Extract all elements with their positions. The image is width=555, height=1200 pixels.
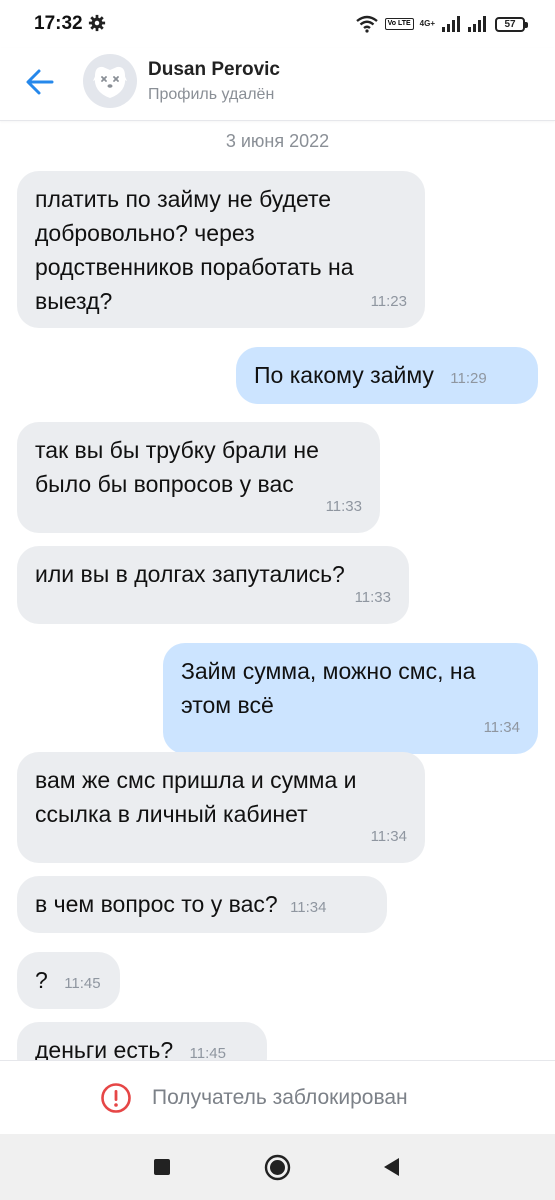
message-time: 11:33 xyxy=(325,498,362,515)
message-time: 11:29 xyxy=(450,370,487,387)
network-type: 4G+ xyxy=(419,19,435,28)
avatar[interactable] xyxy=(83,54,137,108)
message-time: 11:34 xyxy=(290,899,327,916)
message-incoming[interactable]: платить по займу не будете добровольно? … xyxy=(17,171,425,328)
message-incoming[interactable]: так вы бы трубку брали не было бы вопрос… xyxy=(17,422,380,533)
message-outgoing[interactable]: Займ сумма, можно смс, на этом всё 11:34 xyxy=(163,643,538,754)
message-incoming[interactable]: в чем вопрос то у вас? 11:34 xyxy=(17,876,387,933)
contact-status: Профиль удалён xyxy=(148,86,275,103)
message-text: ? xyxy=(35,967,48,993)
status-icons: Vo LTE 4G+ 57 xyxy=(355,14,528,34)
wifi-icon xyxy=(355,15,378,33)
message-text: вам же смс пришла и сумма и ссылка в лич… xyxy=(35,767,357,827)
signal-icon xyxy=(442,16,460,32)
system-navigation-bar xyxy=(0,1134,555,1200)
message-time: 11:45 xyxy=(189,1045,226,1060)
status-bar: 17:32 Vo LTE 4G+ 57 xyxy=(0,0,555,48)
message-text: деньги есть? xyxy=(35,1037,174,1060)
chat-header: Dusan Perovic Профиль удалён xyxy=(0,48,555,121)
message-list[interactable]: 3 июня 2022 платить по займу не будете д… xyxy=(0,121,555,1060)
message-text: По какому займу xyxy=(254,362,434,388)
date-divider: 3 июня 2022 xyxy=(225,131,330,151)
settings-gear-icon xyxy=(88,14,106,32)
message-text: Займ сумма, можно смс, на этом всё xyxy=(181,658,476,718)
recipient-blocked-bar: Получатель заблокирован xyxy=(0,1060,555,1135)
message-text: так вы бы трубку брали не было бы вопрос… xyxy=(35,437,319,497)
deleted-user-dog-icon xyxy=(93,66,127,98)
back-arrow-icon[interactable] xyxy=(22,64,58,100)
message-time: 11:34 xyxy=(483,719,520,736)
battery-level: 57 xyxy=(504,18,516,30)
message-outgoing[interactable]: По какому займу 11:29 xyxy=(236,347,538,404)
signal-icon-2 xyxy=(468,16,486,32)
message-time: 11:33 xyxy=(354,589,391,606)
status-time: 17:32 xyxy=(34,13,83,34)
warning-circle-icon xyxy=(101,1083,131,1113)
recent-apps-icon[interactable] xyxy=(154,1159,170,1175)
blocked-text: Получатель заблокирован xyxy=(152,1086,408,1109)
message-time: 11:23 xyxy=(370,293,407,310)
contact-name[interactable]: Dusan Perovic xyxy=(148,59,280,81)
back-triangle-icon[interactable] xyxy=(381,1156,401,1178)
message-incoming[interactable]: или вы в долгах запутались? 11:33 xyxy=(17,546,409,624)
message-text: платить по займу не будете добровольно? … xyxy=(35,186,354,314)
message-incoming[interactable]: вам же смс пришла и сумма и ссылка в лич… xyxy=(17,752,425,863)
home-circle-icon[interactable] xyxy=(264,1154,291,1181)
message-time: 11:34 xyxy=(370,828,407,845)
battery-icon: 57 xyxy=(495,16,528,32)
message-time: 11:45 xyxy=(64,975,101,992)
message-incoming[interactable]: деньги есть? 11:45 xyxy=(17,1022,267,1060)
volte-badge: Vo LTE xyxy=(384,18,414,30)
message-text: в чем вопрос то у вас? xyxy=(35,891,278,917)
message-text: или вы в долгах запутались? xyxy=(35,561,345,587)
message-incoming[interactable]: ? 11:45 xyxy=(17,952,120,1009)
